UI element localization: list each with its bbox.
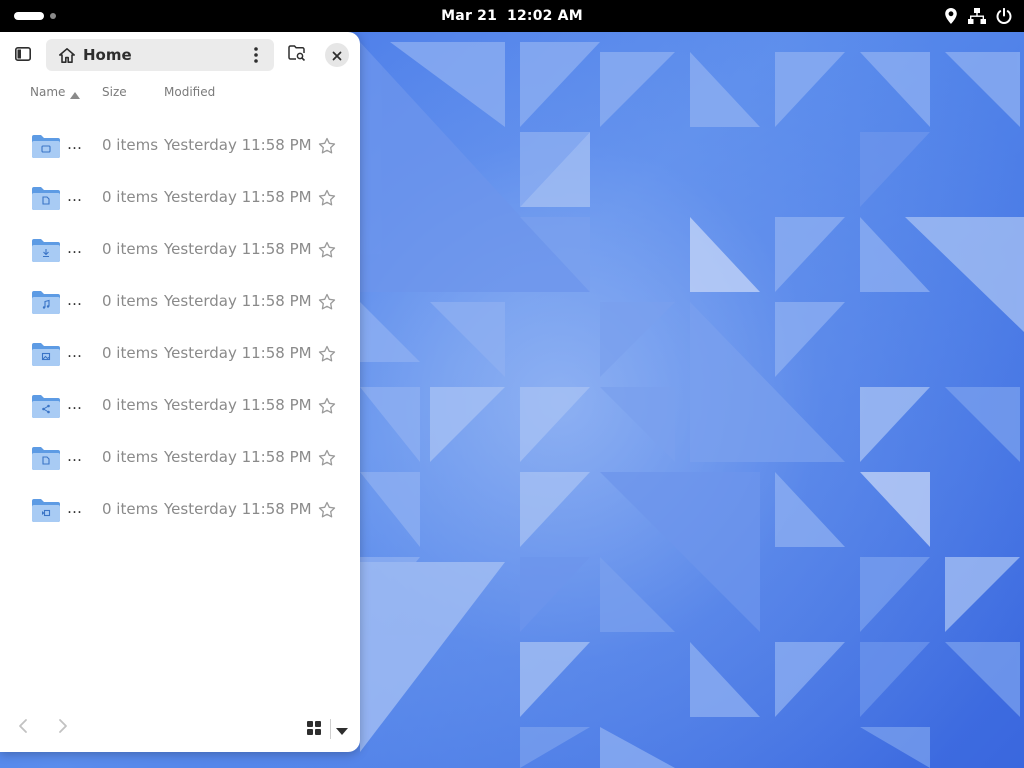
star-icon[interactable] xyxy=(318,189,336,207)
star-icon[interactable] xyxy=(318,293,336,311)
file-size: 0 items xyxy=(102,136,159,154)
chevron-left-icon xyxy=(18,718,28,738)
file-size: 0 items xyxy=(102,240,159,258)
file-name: … xyxy=(67,499,82,517)
file-row[interactable]: … 0 items Yesterday 11:58 PM xyxy=(0,328,360,380)
music-icon xyxy=(32,290,60,314)
file-row[interactable]: … 0 items Yesterday 11:58 PM xyxy=(0,484,360,536)
pictures-icon xyxy=(32,342,60,366)
grid-view-icon xyxy=(307,720,321,739)
sort-ascending-icon xyxy=(70,88,80,102)
file-size: 0 items xyxy=(102,188,159,206)
forward-button[interactable] xyxy=(52,716,74,740)
star-icon[interactable] xyxy=(318,345,336,363)
file-modified: Yesterday 11:58 PM xyxy=(164,344,312,362)
file-size: 0 items xyxy=(102,500,159,518)
star-icon[interactable] xyxy=(318,137,336,155)
document-icon xyxy=(32,186,60,210)
kebab-menu-icon xyxy=(254,47,258,63)
location-bar[interactable]: Home xyxy=(46,39,274,71)
star-icon[interactable] xyxy=(318,397,336,415)
sidebar-toggle-button[interactable] xyxy=(8,42,38,68)
home-icon xyxy=(59,47,75,63)
location-title: Home xyxy=(83,46,132,64)
file-name: … xyxy=(67,291,82,309)
file-modified: Yesterday 11:58 PM xyxy=(164,136,312,154)
file-modified: Yesterday 11:58 PM xyxy=(164,500,312,518)
file-modified: Yesterday 11:58 PM xyxy=(164,240,312,258)
time-label: 12:02 AM xyxy=(507,8,583,24)
folder-icon xyxy=(32,134,60,158)
date-label: Mar 21 xyxy=(441,8,498,24)
file-size: 0 items xyxy=(102,448,159,466)
file-row[interactable]: … 0 items Yesterday 11:58 PM xyxy=(0,120,360,172)
file-name: … xyxy=(67,239,82,257)
folder-menu-button[interactable] xyxy=(246,45,266,65)
file-row[interactable]: … 0 items Yesterday 11:58 PM xyxy=(0,432,360,484)
file-size: 0 items xyxy=(102,344,159,362)
file-modified: Yesterday 11:58 PM xyxy=(164,292,312,310)
system-tray[interactable] xyxy=(944,6,1012,26)
templates-icon xyxy=(32,446,60,470)
file-row[interactable]: … 0 items Yesterday 11:58 PM xyxy=(0,380,360,432)
file-name: … xyxy=(67,447,82,465)
star-icon[interactable] xyxy=(318,449,336,467)
file-manager-window: Home Name Size Modified … 0 items Yester… xyxy=(0,32,360,752)
file-size: 0 items xyxy=(102,292,159,310)
file-name: … xyxy=(67,343,82,361)
back-button[interactable] xyxy=(12,716,34,740)
file-row[interactable]: … 0 items Yesterday 11:58 PM xyxy=(0,224,360,276)
file-name: … xyxy=(67,187,82,205)
power-icon xyxy=(996,8,1012,24)
network-icon xyxy=(968,8,986,24)
file-size: 0 items xyxy=(102,396,159,414)
share-icon xyxy=(32,394,60,418)
date-time-button[interactable]: Mar 21 12:02 AM xyxy=(431,4,593,28)
grid-view-button[interactable] xyxy=(302,718,326,740)
file-row[interactable]: … 0 items Yesterday 11:58 PM xyxy=(0,276,360,328)
star-icon[interactable] xyxy=(318,501,336,519)
search-button[interactable] xyxy=(284,42,310,68)
close-icon xyxy=(332,46,342,65)
file-modified: Yesterday 11:58 PM xyxy=(164,396,312,414)
location-icon xyxy=(944,8,958,24)
file-list: … 0 items Yesterday 11:58 PM … 0 items Y… xyxy=(0,120,360,536)
video-icon xyxy=(32,498,60,522)
download-icon xyxy=(32,238,60,262)
file-name: … xyxy=(67,135,82,153)
chevron-down-icon xyxy=(336,720,348,739)
column-header: Name Size Modified xyxy=(0,82,360,104)
folder-search-icon xyxy=(288,45,306,65)
star-icon[interactable] xyxy=(318,241,336,259)
chevron-right-icon xyxy=(58,718,68,738)
top-bar: Mar 21 12:02 AM xyxy=(0,0,1024,32)
column-modified-header[interactable]: Modified xyxy=(164,85,215,99)
file-modified: Yesterday 11:58 PM xyxy=(164,448,312,466)
toolbar-divider xyxy=(330,719,331,739)
view-options-button[interactable] xyxy=(332,718,352,740)
sidebar-icon xyxy=(15,46,31,65)
file-row[interactable]: … 0 items Yesterday 11:58 PM xyxy=(0,172,360,224)
file-name: … xyxy=(67,395,82,413)
clock: Mar 21 12:02 AM xyxy=(0,0,1024,32)
column-size-header[interactable]: Size xyxy=(102,85,127,99)
file-modified: Yesterday 11:58 PM xyxy=(164,188,312,206)
close-window-button[interactable] xyxy=(325,43,349,67)
column-name-header[interactable]: Name xyxy=(30,85,65,99)
